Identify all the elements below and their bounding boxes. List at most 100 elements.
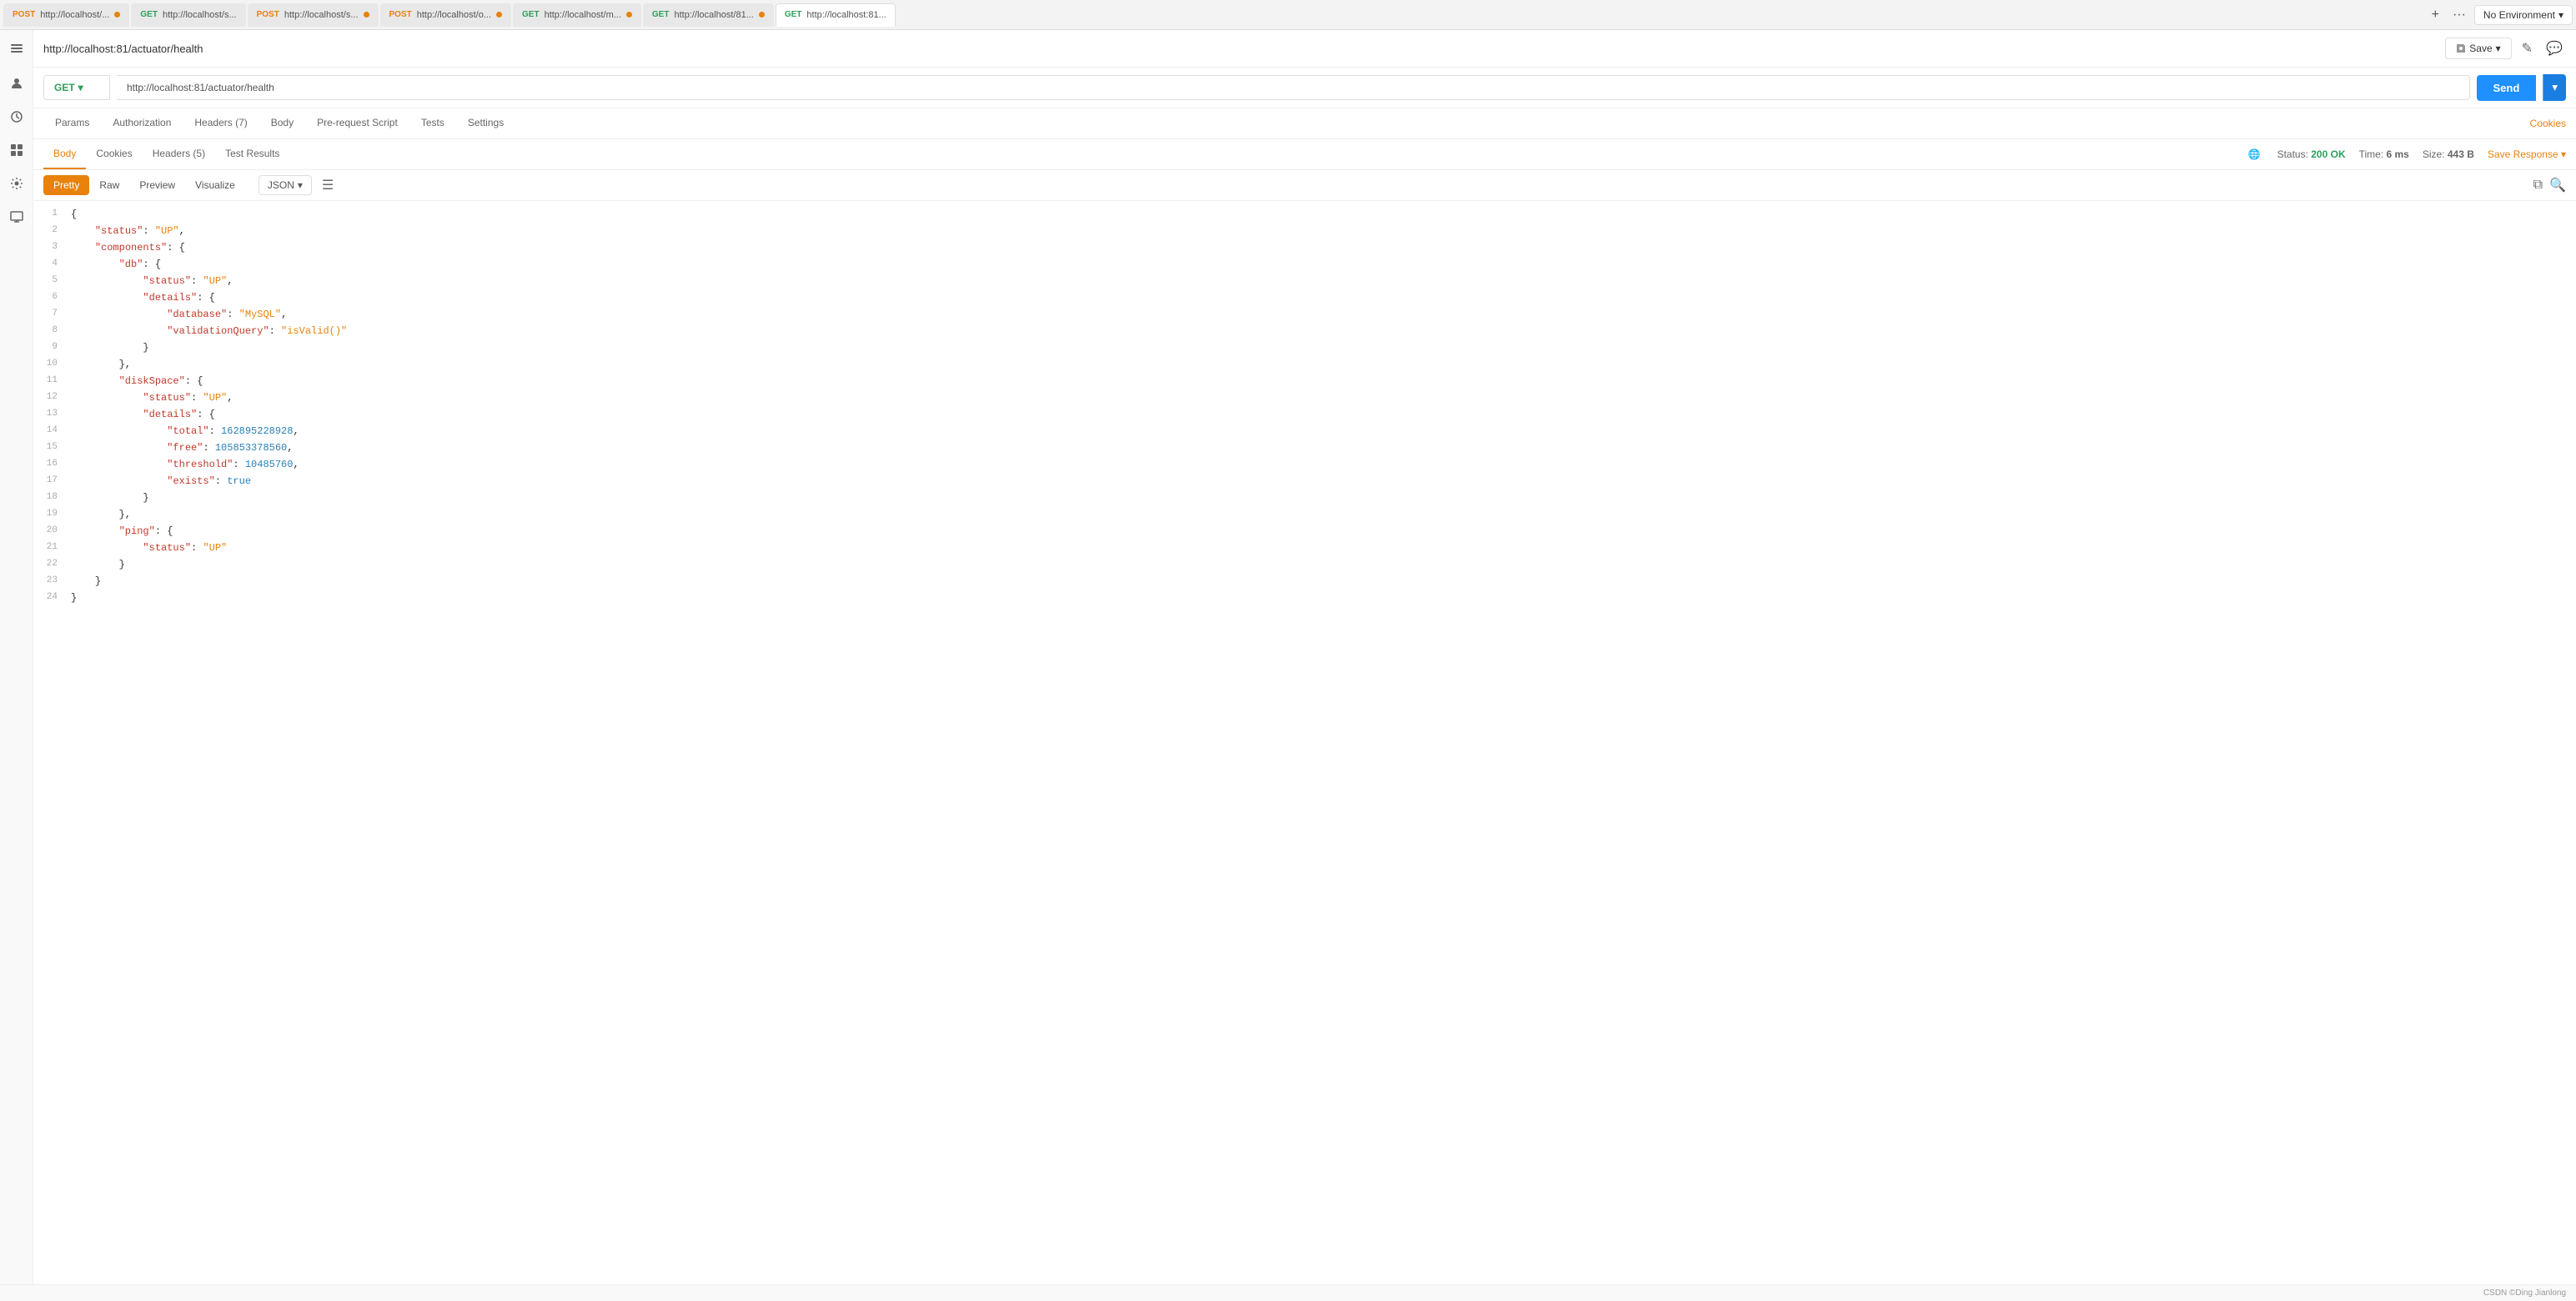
line-content: "diskSpace": {	[71, 375, 2576, 390]
tab-method: POST	[257, 10, 279, 19]
line-number: 18	[33, 492, 71, 507]
tab-tab4[interactable]: POSThttp://localhost/o...	[380, 3, 512, 27]
line-number: 24	[33, 592, 71, 607]
line-number: 22	[33, 559, 71, 574]
tab-tab7[interactable]: GET http://localhost:81...	[776, 3, 896, 27]
line-number: 9	[33, 342, 71, 357]
send-button[interactable]: Send	[2477, 75, 2537, 101]
method-select[interactable]: GET ▾	[43, 75, 110, 100]
tab-tab3[interactable]: POST http://localhost/s...	[248, 3, 379, 27]
resp-tab-body[interactable]: Body	[43, 139, 86, 169]
code-line-18: 18 }	[33, 491, 2576, 508]
line-number: 16	[33, 459, 71, 474]
search-button[interactable]: 🔍	[2549, 177, 2566, 193]
content-area: http://localhost:81/actuator/health Save…	[33, 30, 2576, 1284]
req-tab-tests[interactable]: Tests	[409, 108, 456, 138]
comment-button[interactable]: 💬	[2543, 37, 2566, 60]
sidebar-icon-home[interactable]	[3, 37, 30, 63]
send-arrow-button[interactable]: ▾	[2543, 74, 2566, 101]
sidebar-icon-collections[interactable]	[3, 137, 30, 163]
tab-tab2[interactable]: GEThttp://localhost/s...	[131, 3, 245, 27]
code-line-23: 23 }	[33, 575, 2576, 591]
tab-method: GET	[652, 10, 670, 19]
line-number: 12	[33, 392, 71, 407]
cookies-link[interactable]: Cookies	[2530, 109, 2566, 138]
no-environment-label: No Environment	[2483, 9, 2555, 21]
code-line-17: 17 "exists": true	[33, 475, 2576, 491]
globe-icon[interactable]: 🌐	[2248, 148, 2261, 160]
code-line-8: 8 "validationQuery": "isValid()"	[33, 324, 2576, 341]
line-content: },	[71, 359, 2576, 374]
resp-tab-cookies[interactable]: Cookies	[86, 139, 142, 169]
line-number: 1	[33, 208, 71, 224]
add-tab-button[interactable]: +	[2427, 6, 2444, 24]
resp-tab-test-results[interactable]: Test Results	[215, 139, 289, 169]
tab-url: http://localhost:81...	[806, 10, 886, 20]
environment-select[interactable]: No Environment ▾	[2474, 5, 2573, 25]
tab-url: http://localhost/...	[40, 10, 109, 20]
tab-url: http://localhost/s...	[284, 10, 359, 20]
req-tab-pre-request-script[interactable]: Pre-request Script	[305, 108, 409, 138]
tab-tab1[interactable]: POSThttp://localhost/...	[3, 3, 129, 27]
sidebar-icon-history[interactable]	[3, 103, 30, 130]
save-chevron-icon: ▾	[2496, 43, 2501, 54]
edit-button[interactable]: ✎	[2518, 37, 2536, 60]
save-button[interactable]: Save ▾	[2445, 38, 2511, 59]
line-content: "status": "UP",	[71, 275, 2576, 290]
req-tab-headers-7[interactable]: Headers (7)	[183, 108, 259, 138]
line-content: "status": "UP",	[71, 392, 2576, 407]
size-label: Size: 443 B	[2423, 148, 2474, 160]
code-line-6: 6 "details": {	[33, 291, 2576, 308]
code-line-3: 3 "components": {	[33, 241, 2576, 258]
tab-tab6[interactable]: GEThttp://localhost/81...	[643, 3, 774, 27]
req-tab-settings[interactable]: Settings	[456, 108, 515, 138]
url-input[interactable]	[117, 75, 2470, 100]
line-content: "components": {	[71, 242, 2576, 257]
view-tabs-container: PrettyRawPreviewVisualize	[43, 175, 245, 195]
tab-dot	[496, 12, 502, 18]
sidebar-icon-people[interactable]	[3, 70, 30, 97]
req-tab-body[interactable]: Body	[259, 108, 305, 138]
bottom-bar: CSDN ©Ding Jianlong	[0, 1284, 2576, 1301]
req-tab-params[interactable]: Params	[43, 108, 101, 138]
resp-tab-headers-5[interactable]: Headers (5)	[143, 139, 215, 169]
line-number: 21	[33, 542, 71, 557]
view-tab-visualize[interactable]: Visualize	[185, 175, 245, 195]
code-line-7: 7 "database": "MySQL",	[33, 308, 2576, 324]
tab-tab5[interactable]: GEThttp://localhost/m...	[513, 3, 641, 27]
tab-method: GET	[785, 10, 802, 19]
format-chevron-icon: ▾	[298, 179, 303, 191]
line-number: 6	[33, 292, 71, 307]
line-content: "exists": true	[71, 475, 2576, 490]
tab-dot	[626, 12, 632, 18]
response-tabs-bar: BodyCookiesHeaders (5)Test Results 🌐 Sta…	[33, 139, 2576, 170]
line-number: 10	[33, 359, 71, 374]
tabs-container: POSThttp://localhost/...GEThttp://localh…	[3, 3, 897, 27]
line-number: 17	[33, 475, 71, 490]
format-select[interactable]: JSON ▾	[259, 175, 312, 195]
view-tab-preview[interactable]: Preview	[129, 175, 185, 195]
code-line-24: 24}	[33, 591, 2576, 608]
save-label: Save	[2469, 43, 2492, 54]
sidebar-icon-monitor[interactable]	[3, 203, 30, 230]
line-number: 4	[33, 259, 71, 274]
line-number: 5	[33, 275, 71, 290]
line-content: "validationQuery": "isValid()"	[71, 325, 2576, 340]
wrap-icon[interactable]: ☰	[322, 177, 334, 193]
copy-button[interactable]: ⧉	[2533, 177, 2543, 193]
more-tabs-button[interactable]: ···	[2448, 6, 2471, 24]
line-content: }	[71, 592, 2576, 607]
tab-bar: POSThttp://localhost/...GEThttp://localh…	[0, 0, 2576, 30]
time-label: Time: 6 ms	[2359, 148, 2409, 160]
save-response-button[interactable]: Save Response ▾	[2488, 148, 2566, 160]
sidebar-icon-settings[interactable]	[3, 170, 30, 197]
line-number: 15	[33, 442, 71, 457]
line-content: }	[71, 342, 2576, 357]
line-content: "ping": {	[71, 525, 2576, 540]
code-line-22: 22 }	[33, 558, 2576, 575]
view-tab-raw[interactable]: Raw	[89, 175, 129, 195]
code-line-5: 5 "status": "UP",	[33, 274, 2576, 291]
view-tab-pretty[interactable]: Pretty	[43, 175, 89, 195]
req-tab-authorization[interactable]: Authorization	[101, 108, 183, 138]
tab-method: GET	[140, 10, 158, 19]
